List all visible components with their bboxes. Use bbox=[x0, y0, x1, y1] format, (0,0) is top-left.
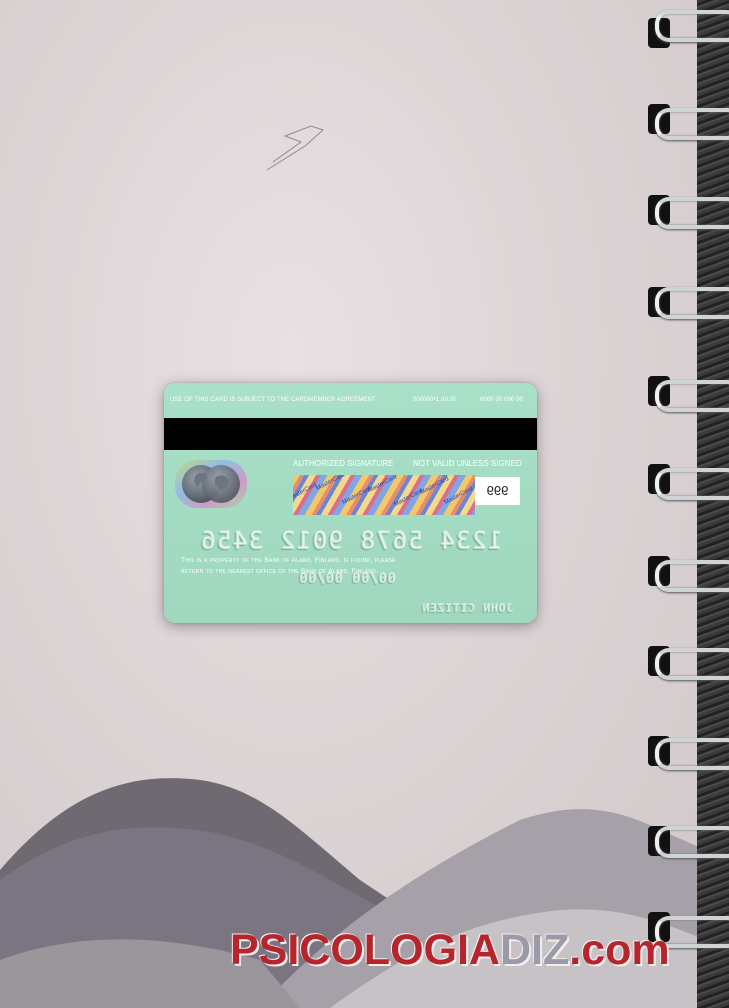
card-number-embossed: 1234 5678 9012 3456 bbox=[199, 527, 503, 555]
spiral-ring bbox=[655, 826, 729, 858]
card-code-2: 0000 00 000 00 bbox=[480, 397, 524, 403]
cardmember-agreement-text: USE OF THIS CARD IS SUBJECT TO THE CARDM… bbox=[170, 397, 376, 403]
authorized-signature-label: AUTHORIZED SIGNATURE bbox=[293, 459, 394, 468]
spiral-ring bbox=[655, 648, 729, 680]
pencil-scribble bbox=[266, 125, 324, 171]
spiral-ring bbox=[655, 197, 729, 229]
spiral-ring bbox=[655, 738, 729, 770]
spiral-ring bbox=[655, 108, 729, 140]
cvv-box: 999 bbox=[475, 477, 520, 505]
site-watermark: PSICOLOGIADIZ.com bbox=[230, 926, 670, 974]
spiral-ring bbox=[655, 468, 729, 500]
credit-card-back: USE OF THIS CARD IS SUBJECT TO THE CARDM… bbox=[164, 383, 537, 623]
card-code-1: 000000•1.00.00 bbox=[413, 397, 457, 403]
photo-scene: USE OF THIS CARD IS SUBJECT TO THE CARDM… bbox=[0, 0, 729, 1008]
spiral-ring bbox=[655, 10, 729, 42]
signature-panel: MasterCard MasterCard MasterCard MasterC… bbox=[293, 475, 475, 515]
expiry-dates-embossed: 00/00 00/00 bbox=[298, 572, 396, 587]
hologram-globe-icon bbox=[175, 460, 247, 508]
spiral-ring bbox=[655, 380, 729, 412]
cardholder-name-embossed: JOHN CITIZEN bbox=[421, 602, 513, 615]
cvv-code: 999 bbox=[486, 483, 509, 498]
not-valid-label: NOT VALID UNLESS SIGNED bbox=[413, 459, 522, 468]
spiral-ring bbox=[655, 287, 729, 319]
spiral-ring bbox=[655, 560, 729, 592]
magnetic-stripe bbox=[164, 418, 537, 450]
